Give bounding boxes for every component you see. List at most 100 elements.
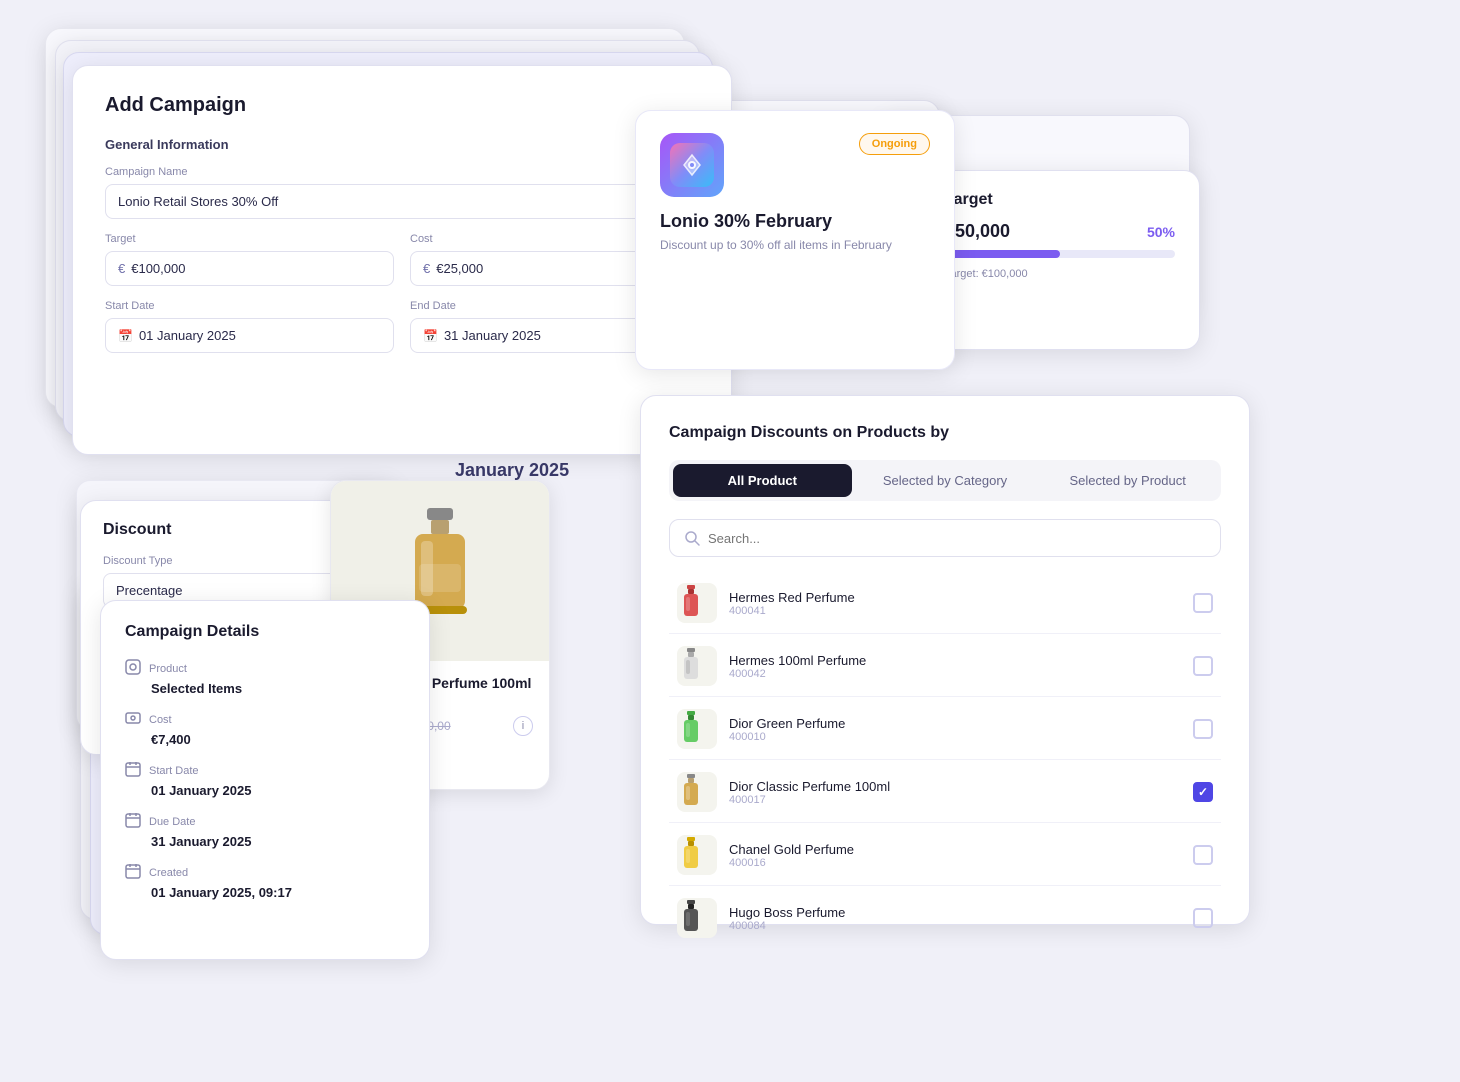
product-thumb-0 [677, 583, 717, 623]
discounts-card: Campaign Discounts on Products by All Pr… [640, 395, 1250, 925]
start-date-value: 01 January 2025 [139, 328, 236, 343]
list-item: Hermes Red Perfume 400041 [669, 573, 1221, 634]
product-thumb-5 [677, 898, 717, 938]
product-list-sku-2: 400010 [729, 731, 1181, 743]
list-item: Chanel Gold Perfume 400016 [669, 825, 1221, 886]
campaign-desc: Discount up to 30% off all items in Febr… [660, 238, 930, 252]
product-list-name-4: Chanel Gold Perfume [729, 842, 1181, 857]
product-thumb-4 [677, 835, 717, 875]
startdate-icon [125, 761, 141, 780]
perfume-thumb-svg [683, 837, 711, 873]
product-list-info-5: Hugo Boss Perfume 400084 [729, 905, 1181, 932]
campaign-info-card: Ongoing Lonio 30% February Discount up t… [635, 110, 955, 370]
campaign-header: Ongoing [660, 133, 930, 197]
detail-cost-label: Cost [149, 714, 172, 726]
cost-value: €25,000 [436, 261, 483, 276]
target-percent: 50% [1147, 224, 1175, 240]
add-campaign-card: Add Campaign General Information Campaig… [72, 65, 732, 455]
target-amount-row: €50,000 50% [945, 221, 1175, 242]
target-card: Target €50,000 50% Target: €100,000 [920, 170, 1200, 350]
detail-cost-row: Cost €7,400 [125, 710, 405, 747]
perfume-thumb-svg [683, 648, 711, 684]
product-list-info-3: Dior Classic Perfume 100ml 400017 [729, 779, 1181, 806]
detail-cost-value: €7,400 [125, 732, 405, 747]
euro-icon-target: € [118, 261, 125, 276]
product-list-info-0: Hermes Red Perfume 400041 [729, 590, 1181, 617]
info-icon[interactable]: i [513, 716, 533, 736]
progress-bar-bg [945, 250, 1175, 258]
product-list-sku-3: 400017 [729, 794, 1181, 806]
product-list-sku-4: 400016 [729, 857, 1181, 869]
detail-startdate-value: 01 January 2025 [125, 783, 405, 798]
progress-bar-fill [945, 250, 1060, 258]
search-input[interactable] [708, 531, 1206, 546]
product-thumb-3 [677, 772, 717, 812]
perfume-thumb-svg [683, 711, 711, 747]
detail-created-label: Created [149, 867, 188, 879]
checkbox-2[interactable] [1193, 719, 1213, 739]
checkbox-4[interactable] [1193, 845, 1213, 865]
detail-created-row: Created 01 January 2025, 09:17 [125, 863, 405, 900]
detail-startdate-row: Start Date 01 January 2025 [125, 761, 405, 798]
product-list-name-0: Hermes Red Perfume [729, 590, 1181, 605]
product-list: Hermes Red Perfume 400041 Hermes 100ml P… [669, 573, 1221, 949]
product-list-sku-1: 400042 [729, 668, 1181, 680]
tab-all-product[interactable]: All Product [673, 464, 852, 497]
search-box[interactable] [669, 519, 1221, 557]
detail-product-value: Selected Items [125, 681, 405, 696]
start-date-input[interactable]: 📅 01 January 2025 [105, 318, 394, 353]
detail-duedate-value: 31 January 2025 [125, 834, 405, 849]
perfume-thumb-svg [683, 774, 711, 810]
campaign-details-card: Campaign Details Product Selected Items … [100, 600, 430, 960]
created-icon [125, 863, 141, 882]
target-input[interactable]: € €100,000 [105, 251, 394, 286]
target-label: Target [105, 233, 394, 245]
product-list-info-2: Dior Green Perfume 400010 [729, 716, 1181, 743]
campaign-name-label: Campaign Name [105, 166, 699, 178]
campaign-logo-svg [670, 143, 714, 187]
calendar-icon-end: 📅 [423, 329, 438, 343]
checkbox-5[interactable] [1193, 908, 1213, 928]
list-item: Dior Classic Perfume 100ml 400017 ✓ [669, 762, 1221, 823]
list-item: Dior Green Perfume 400010 [669, 699, 1221, 760]
search-icon [684, 530, 700, 546]
detail-product-row: Product Selected Items [125, 659, 405, 696]
product-list-info-1: Hermes 100ml Perfume 400042 [729, 653, 1181, 680]
campaign-logo [660, 133, 724, 197]
target-value: €100,000 [131, 261, 185, 276]
cost-icon [125, 710, 141, 729]
product-thumb-2 [677, 709, 717, 749]
end-date-value: 31 January 2025 [444, 328, 541, 343]
product-list-name-1: Hermes 100ml Perfume [729, 653, 1181, 668]
checkbox-1[interactable] [1193, 656, 1213, 676]
target-label: Target [945, 191, 1175, 209]
add-campaign-title: Add Campaign [105, 94, 699, 117]
campaign-name-input[interactable]: Lonio Retail Stores 30% Off [105, 184, 699, 219]
detail-product-label: Product [149, 663, 187, 675]
discount-type-value: Precentage [116, 583, 183, 598]
perfume-thumb-svg [683, 900, 711, 936]
detail-startdate-label: Start Date [149, 765, 199, 777]
month-label-2: January 2025 [455, 460, 569, 481]
tab-selected-by-category[interactable]: Selected by Category [856, 464, 1035, 497]
campaign-name-value: Lonio Retail Stores 30% Off [118, 194, 278, 209]
product-list-name-3: Dior Classic Perfume 100ml [729, 779, 1181, 794]
euro-icon-cost: € [423, 261, 430, 276]
product-list-name-2: Dior Green Perfume [729, 716, 1181, 731]
details-title: Campaign Details [125, 623, 405, 641]
tab-selected-by-product[interactable]: Selected by Product [1038, 464, 1217, 497]
calendar-icon-start: 📅 [118, 329, 133, 343]
list-item: Hermes 100ml Perfume 400042 [669, 636, 1221, 697]
detail-duedate-row: Due Date 31 January 2025 [125, 812, 405, 849]
product-list-info-4: Chanel Gold Perfume 400016 [729, 842, 1181, 869]
product-icon [125, 659, 141, 678]
duedate-icon [125, 812, 141, 831]
perfume-thumb-svg [683, 585, 711, 621]
checkbox-3[interactable]: ✓ [1193, 782, 1213, 802]
general-info-label: General Information [105, 137, 699, 152]
tab-row: All Product Selected by Category Selecte… [669, 460, 1221, 501]
checkbox-0[interactable] [1193, 593, 1213, 613]
ongoing-badge: Ongoing [859, 133, 930, 155]
check-mark-3: ✓ [1198, 785, 1208, 799]
product-list-sku-5: 400084 [729, 920, 1181, 932]
